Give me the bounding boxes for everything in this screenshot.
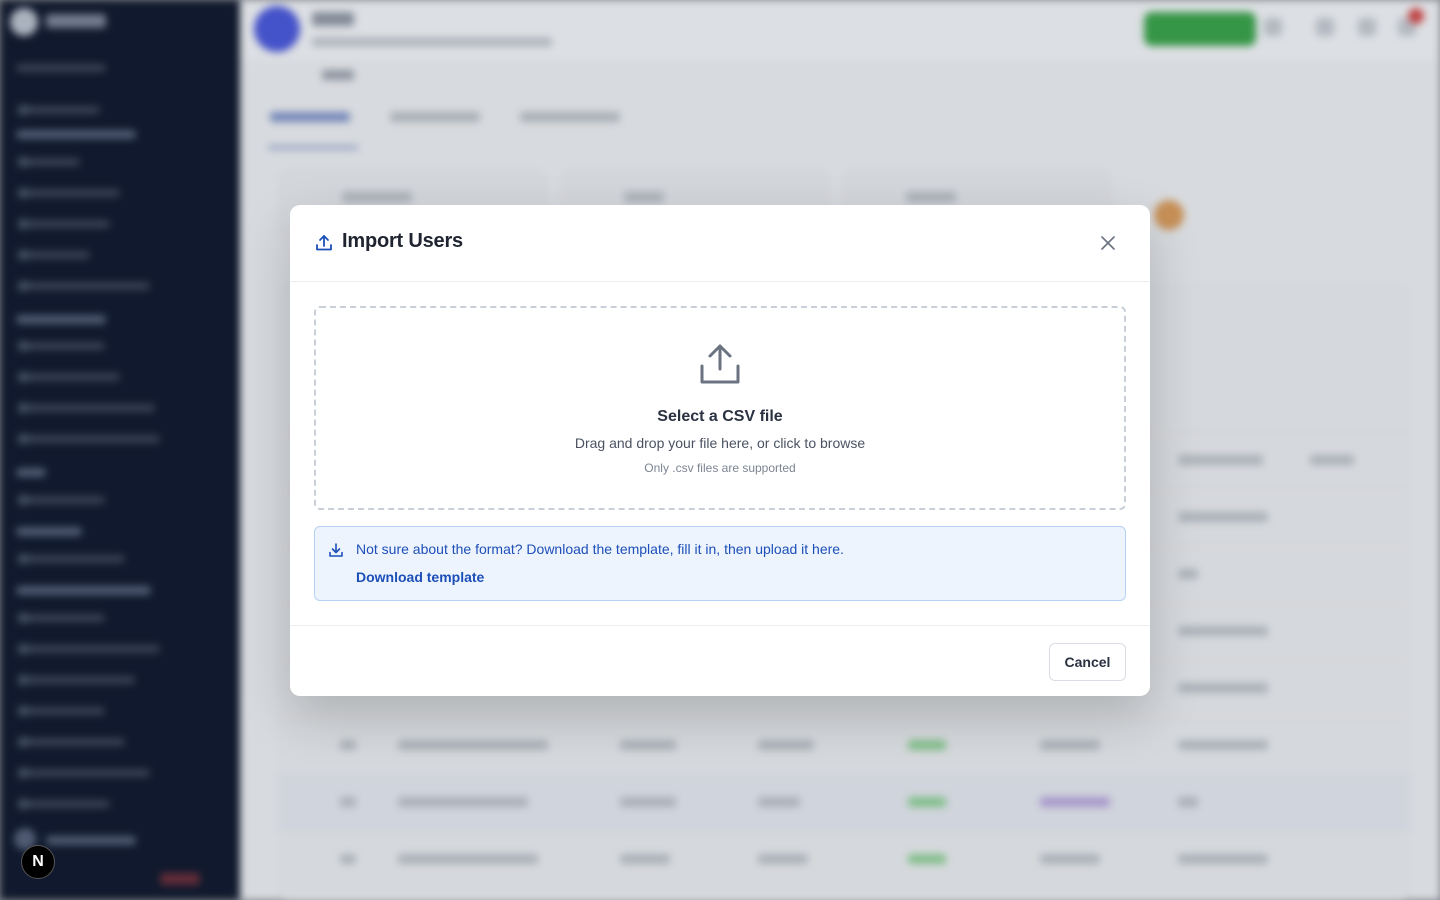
upload-icon [314, 233, 334, 253]
close-button[interactable] [1096, 232, 1120, 256]
import-users-dialog: Import Users Select a CSV file Drag and … [290, 205, 1150, 696]
cancel-button[interactable]: Cancel [1049, 643, 1126, 681]
close-icon [1101, 235, 1115, 254]
dialog-header: Import Users [290, 205, 1150, 282]
dropzone-title: Select a CSV file [657, 408, 783, 425]
nextjs-dev-indicator[interactable]: N [21, 845, 55, 879]
dialog-footer: Cancel [290, 625, 1150, 696]
cloud-upload-icon [698, 342, 742, 386]
dropzone-note: Only .csv files are supported [644, 461, 796, 475]
dialog-title: Import Users [342, 230, 463, 252]
template-info-box: Not sure about the format? Download the … [314, 526, 1126, 601]
csv-dropzone[interactable]: Select a CSV file Drag and drop your fil… [314, 306, 1126, 510]
dropzone-subtitle: Drag and drop your file here, or click t… [574, 435, 866, 451]
download-template-link[interactable]: Download template [356, 569, 484, 585]
template-info-text: Not sure about the format? Download the … [356, 541, 844, 557]
download-icon [328, 542, 344, 558]
